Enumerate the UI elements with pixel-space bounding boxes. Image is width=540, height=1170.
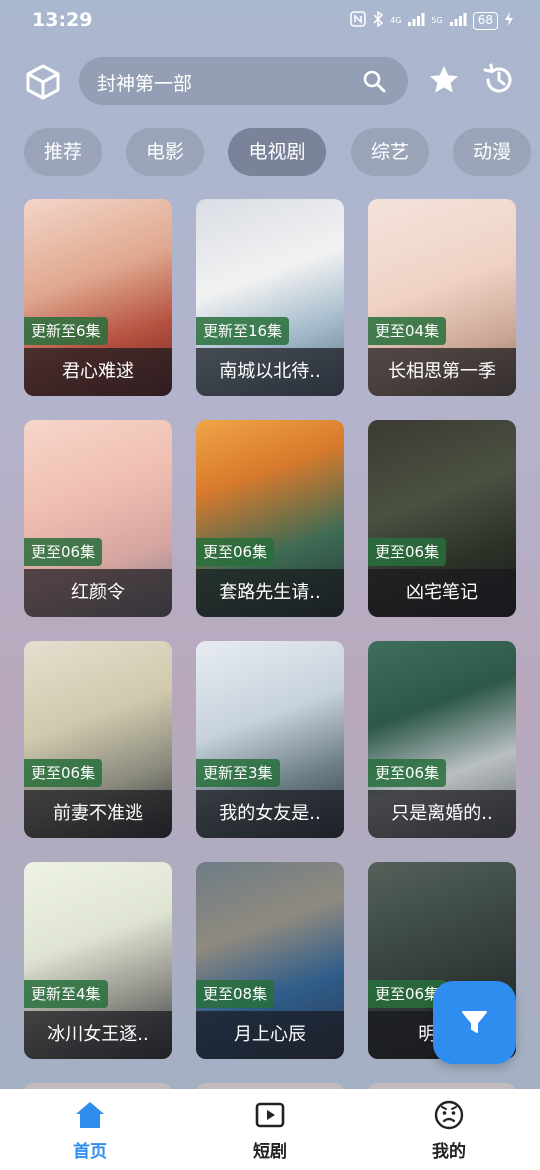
- nav-short-drama[interactable]: 短剧: [210, 1089, 330, 1170]
- nav-home[interactable]: 首页: [30, 1089, 150, 1170]
- show-title: 南城以北待..: [196, 348, 344, 396]
- signal-4g-label: 4G: [390, 16, 402, 25]
- episode-badge: 更至06集: [368, 538, 447, 566]
- show-card[interactable]: 更新至6集 君心难逑: [24, 199, 172, 396]
- episode-badge: 更新至4集: [24, 980, 108, 1008]
- show-title: 红颜令: [24, 569, 172, 617]
- show-card[interactable]: 更新至4集 冰川女王逐..: [24, 862, 172, 1059]
- show-title: 我的女友是..: [196, 790, 344, 838]
- show-card[interactable]: 更至06集 套路先生请..: [196, 420, 344, 617]
- show-card[interactable]: 更至06集 只是离婚的..: [368, 641, 516, 838]
- episode-badge: 更至06集: [368, 759, 447, 787]
- signal-bars-icon: [407, 12, 425, 29]
- history-icon[interactable]: [482, 63, 516, 97]
- show-card[interactable]: 更至06集 红颜令: [24, 420, 172, 617]
- filter-icon: [462, 1011, 487, 1033]
- episode-badge: 更至04集: [368, 317, 447, 345]
- search-bar[interactable]: 封神第一部: [79, 57, 408, 105]
- bluetooth-icon: [372, 10, 384, 30]
- play-icon: [254, 1099, 286, 1131]
- search-icon[interactable]: [362, 69, 386, 93]
- episode-badge: 更至08集: [196, 980, 275, 1008]
- show-card[interactable]: 更新至3集 我的女友是..: [196, 641, 344, 838]
- signal-5g-label: 5G: [431, 16, 443, 25]
- show-card[interactable]: 更至04集 长相思第一季: [368, 199, 516, 396]
- episode-badge: 更至06集: [24, 759, 103, 787]
- episode-badge: 更新至6集: [24, 317, 108, 345]
- show-title: 君心难逑: [24, 348, 172, 396]
- nav-short-drama-label: 短剧: [253, 1142, 287, 1162]
- search-query[interactable]: 封神第一部: [97, 69, 192, 96]
- battery-indicator: 68: [472, 11, 498, 30]
- show-title: 冰川女王逐..: [24, 1011, 172, 1059]
- filter-button[interactable]: [433, 981, 516, 1064]
- show-card[interactable]: 更至06集 凶宅笔记: [368, 420, 516, 617]
- tab-variety[interactable]: 综艺: [351, 128, 429, 176]
- show-title: 长相思第一季: [368, 348, 516, 396]
- episode-badge: 更至06集: [24, 538, 103, 566]
- bottom-nav: 首页 短剧 我的: [0, 1089, 540, 1170]
- show-title: 凶宅笔记: [368, 569, 516, 617]
- show-card[interactable]: 更至08集 月上心辰: [196, 862, 344, 1059]
- show-card[interactable]: 更新至16集 南城以北待..: [196, 199, 344, 396]
- signal-bars-icon: [449, 12, 467, 29]
- episode-badge: 更新至3集: [196, 759, 280, 787]
- show-title: 月上心辰: [196, 1011, 344, 1059]
- show-title: 前妻不准逃: [24, 790, 172, 838]
- nfc-icon: [350, 11, 366, 30]
- cube-icon[interactable]: [24, 63, 62, 101]
- nav-mine[interactable]: 我的: [389, 1089, 509, 1170]
- show-title: 套路先生请..: [196, 569, 344, 617]
- status-icons: 4G 5G 68: [350, 10, 514, 30]
- tab-anime[interactable]: 动漫: [453, 128, 531, 176]
- tab-tv-series[interactable]: 电视剧: [228, 128, 326, 176]
- star-icon[interactable]: [428, 64, 460, 96]
- nav-mine-label: 我的: [432, 1142, 466, 1162]
- status-bar: 13:29 4G 5G 68: [0, 0, 540, 40]
- charging-icon: [504, 11, 514, 30]
- show-card[interactable]: 更至06集 前妻不准逃: [24, 641, 172, 838]
- episode-badge: 更至06集: [196, 538, 275, 566]
- profile-face-icon: [433, 1099, 465, 1131]
- nav-home-label: 首页: [73, 1142, 107, 1162]
- status-time: 13:29: [32, 9, 93, 31]
- show-title: 只是离婚的..: [368, 790, 516, 838]
- home-icon: [74, 1099, 106, 1131]
- episode-badge: 更新至16集: [196, 317, 290, 345]
- tab-movies[interactable]: 电影: [126, 128, 204, 176]
- tab-recommend[interactable]: 推荐: [24, 128, 102, 176]
